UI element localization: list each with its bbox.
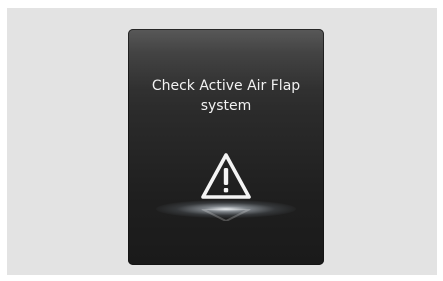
warning-message-line-1: Check Active Air Flap	[151, 78, 301, 94]
warning-message-line-2: system	[200, 98, 252, 114]
warning-icon-reflection	[201, 209, 251, 221]
warning-triangle-icon	[201, 153, 251, 199]
warning-message: Check Active Air Flap system	[128, 76, 324, 116]
cluster-display-panel: Check Active Air Flap system	[128, 29, 324, 265]
